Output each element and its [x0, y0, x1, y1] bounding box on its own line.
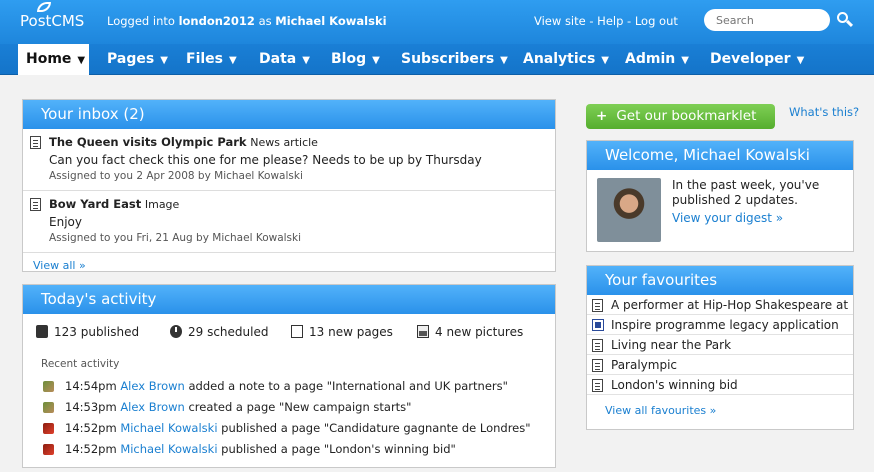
nav-subscribers[interactable]: Subscribers ▼ [401, 44, 508, 75]
favourites-title: Your favourites [587, 266, 853, 295]
search-icon[interactable] [836, 11, 854, 29]
book-icon [36, 325, 48, 338]
inbox-item[interactable]: Bow Yard East Image Enjoy Assigned to yo… [23, 191, 555, 253]
avatar [43, 402, 54, 413]
inbox-item-meta: Assigned to you 2 Apr 2008 by Michael Ko… [49, 170, 303, 182]
whats-this-link[interactable]: What's this? [789, 105, 859, 119]
activity-user-link[interactable]: Michael Kowalski [120, 421, 217, 435]
top-links[interactable]: View site - Help - Log out [534, 14, 678, 28]
favourite-item[interactable]: Inspire programme legacy application [587, 315, 853, 335]
activity-user-link[interactable]: Alex Brown [120, 379, 185, 393]
chevron-down-icon: ▼ [601, 55, 609, 66]
activity-item: 14:53pm Alex Brown created a page "New c… [23, 397, 555, 418]
document-icon [592, 339, 603, 352]
avatar [43, 423, 54, 434]
logo[interactable]: PostCMS [20, 2, 85, 30]
chevron-down-icon: ▼ [160, 55, 168, 66]
inbox-title: Your inbox (2) [23, 100, 555, 129]
favourites-panel: Your favourites A performer at Hip-Hop S… [586, 265, 854, 430]
recent-activity-label: Recent activity [41, 358, 120, 370]
activity-user-link[interactable]: Michael Kowalski [120, 442, 217, 456]
search-input[interactable] [704, 9, 830, 31]
document-icon [30, 136, 41, 149]
word-doc-icon [592, 319, 604, 331]
nav-home[interactable]: Home ▼ [18, 44, 89, 75]
clock-icon [170, 325, 182, 338]
activity-title: Today's activity [23, 285, 555, 314]
nav-files[interactable]: Files ▼ [186, 44, 237, 75]
activity-item: 14:54pm Alex Brown added a note to a pag… [23, 376, 555, 397]
as-word: as [258, 14, 272, 28]
favourite-item[interactable]: Living near the Park [587, 335, 853, 355]
logged-prefix: Logged into [107, 14, 175, 28]
chevron-down-icon: ▼ [372, 55, 380, 66]
stat-published: 123 published [36, 325, 139, 339]
inbox-item-type: News article [250, 136, 318, 149]
inbox-item-title[interactable]: Bow Yard East [49, 197, 141, 211]
chevron-down-icon: ▼ [796, 55, 805, 66]
welcome-panel: Welcome, Michael Kowalski In the past we… [586, 140, 854, 252]
logo-leaf-icon [37, 2, 51, 12]
stat-scheduled: 29 scheduled [170, 325, 268, 339]
user-name: Michael Kowalski [275, 14, 387, 28]
site-name: london2012 [178, 14, 255, 28]
inbox-view-all-link[interactable]: View all » [23, 253, 555, 272]
logged-in-status: Logged into london2012 as Michael Kowals… [107, 14, 387, 28]
logo-text: PostCMS [20, 12, 85, 30]
activity-stats: 123 published 29 scheduled 13 new pages … [23, 314, 555, 350]
inbox-item-type: Image [144, 198, 180, 211]
activity-user-link[interactable]: Alex Brown [120, 400, 185, 414]
inbox-panel: Your inbox (2) The Queen visits Olympic … [22, 99, 556, 272]
document-icon [592, 359, 603, 372]
document-icon [592, 379, 603, 392]
picture-icon [417, 325, 429, 338]
chevron-down-icon: ▼ [681, 55, 689, 66]
activity-panel: Today's activity 123 published 29 schedu… [22, 284, 556, 468]
inbox-item-text: Can you fact check this one for me pleas… [49, 153, 482, 167]
chevron-down-icon: ▼ [229, 55, 237, 66]
plus-icon: + [596, 108, 608, 124]
main-nav: Home ▼ Pages ▼ Files ▼ Data ▼ Blog ▼ Subscrib… [0, 44, 874, 75]
avatar [597, 178, 661, 242]
avatar [43, 444, 54, 455]
document-icon [291, 325, 303, 338]
view-all-favourites-link[interactable]: View all favourites » [587, 395, 853, 417]
top-bar: PostCMS Logged into london2012 as Michae… [0, 0, 874, 44]
nav-pages[interactable]: Pages ▼ [107, 44, 168, 75]
inbox-item[interactable]: The Queen visits Olympic Park News artic… [23, 129, 555, 191]
nav-data[interactable]: Data ▼ [259, 44, 310, 75]
nav-admin[interactable]: Admin ▼ [625, 44, 689, 75]
nav-analytics[interactable]: Analytics ▼ [523, 44, 609, 75]
avatar [43, 381, 54, 392]
inbox-item-text: Enjoy [49, 215, 82, 229]
favourite-item[interactable]: A performer at Hip-Hop Shakespeare at [587, 295, 853, 315]
activity-item: 14:52pm Michael Kowalski published a pag… [23, 418, 555, 439]
chevron-down-icon: ▼ [500, 55, 508, 66]
favourite-item[interactable]: Paralympic [587, 355, 853, 375]
document-icon [30, 198, 41, 211]
activity-item: 14:52pm Michael Kowalski published a pag… [23, 439, 555, 460]
chevron-down-icon: ▼ [302, 55, 310, 66]
bookmarklet-button[interactable]: + Get our bookmarklet [586, 104, 775, 129]
document-icon [592, 299, 603, 312]
welcome-text: In the past week, you've published 2 upd… [672, 178, 820, 207]
inbox-item-title[interactable]: The Queen visits Olympic Park [49, 135, 247, 149]
welcome-title: Welcome, Michael Kowalski [587, 141, 853, 170]
stat-new-pictures: 4 new pictures [417, 325, 523, 339]
nav-blog[interactable]: Blog ▼ [331, 44, 380, 75]
view-digest-link[interactable]: View your digest » [672, 211, 852, 226]
nav-developer[interactable]: Developer ▼ [710, 44, 804, 75]
inbox-item-meta: Assigned to you Fri, 21 Aug by Michael K… [49, 232, 302, 244]
stat-new-pages: 13 new pages [291, 325, 393, 339]
favourite-item[interactable]: London's winning bid [587, 375, 853, 395]
chevron-down-icon: ▼ [77, 55, 86, 66]
